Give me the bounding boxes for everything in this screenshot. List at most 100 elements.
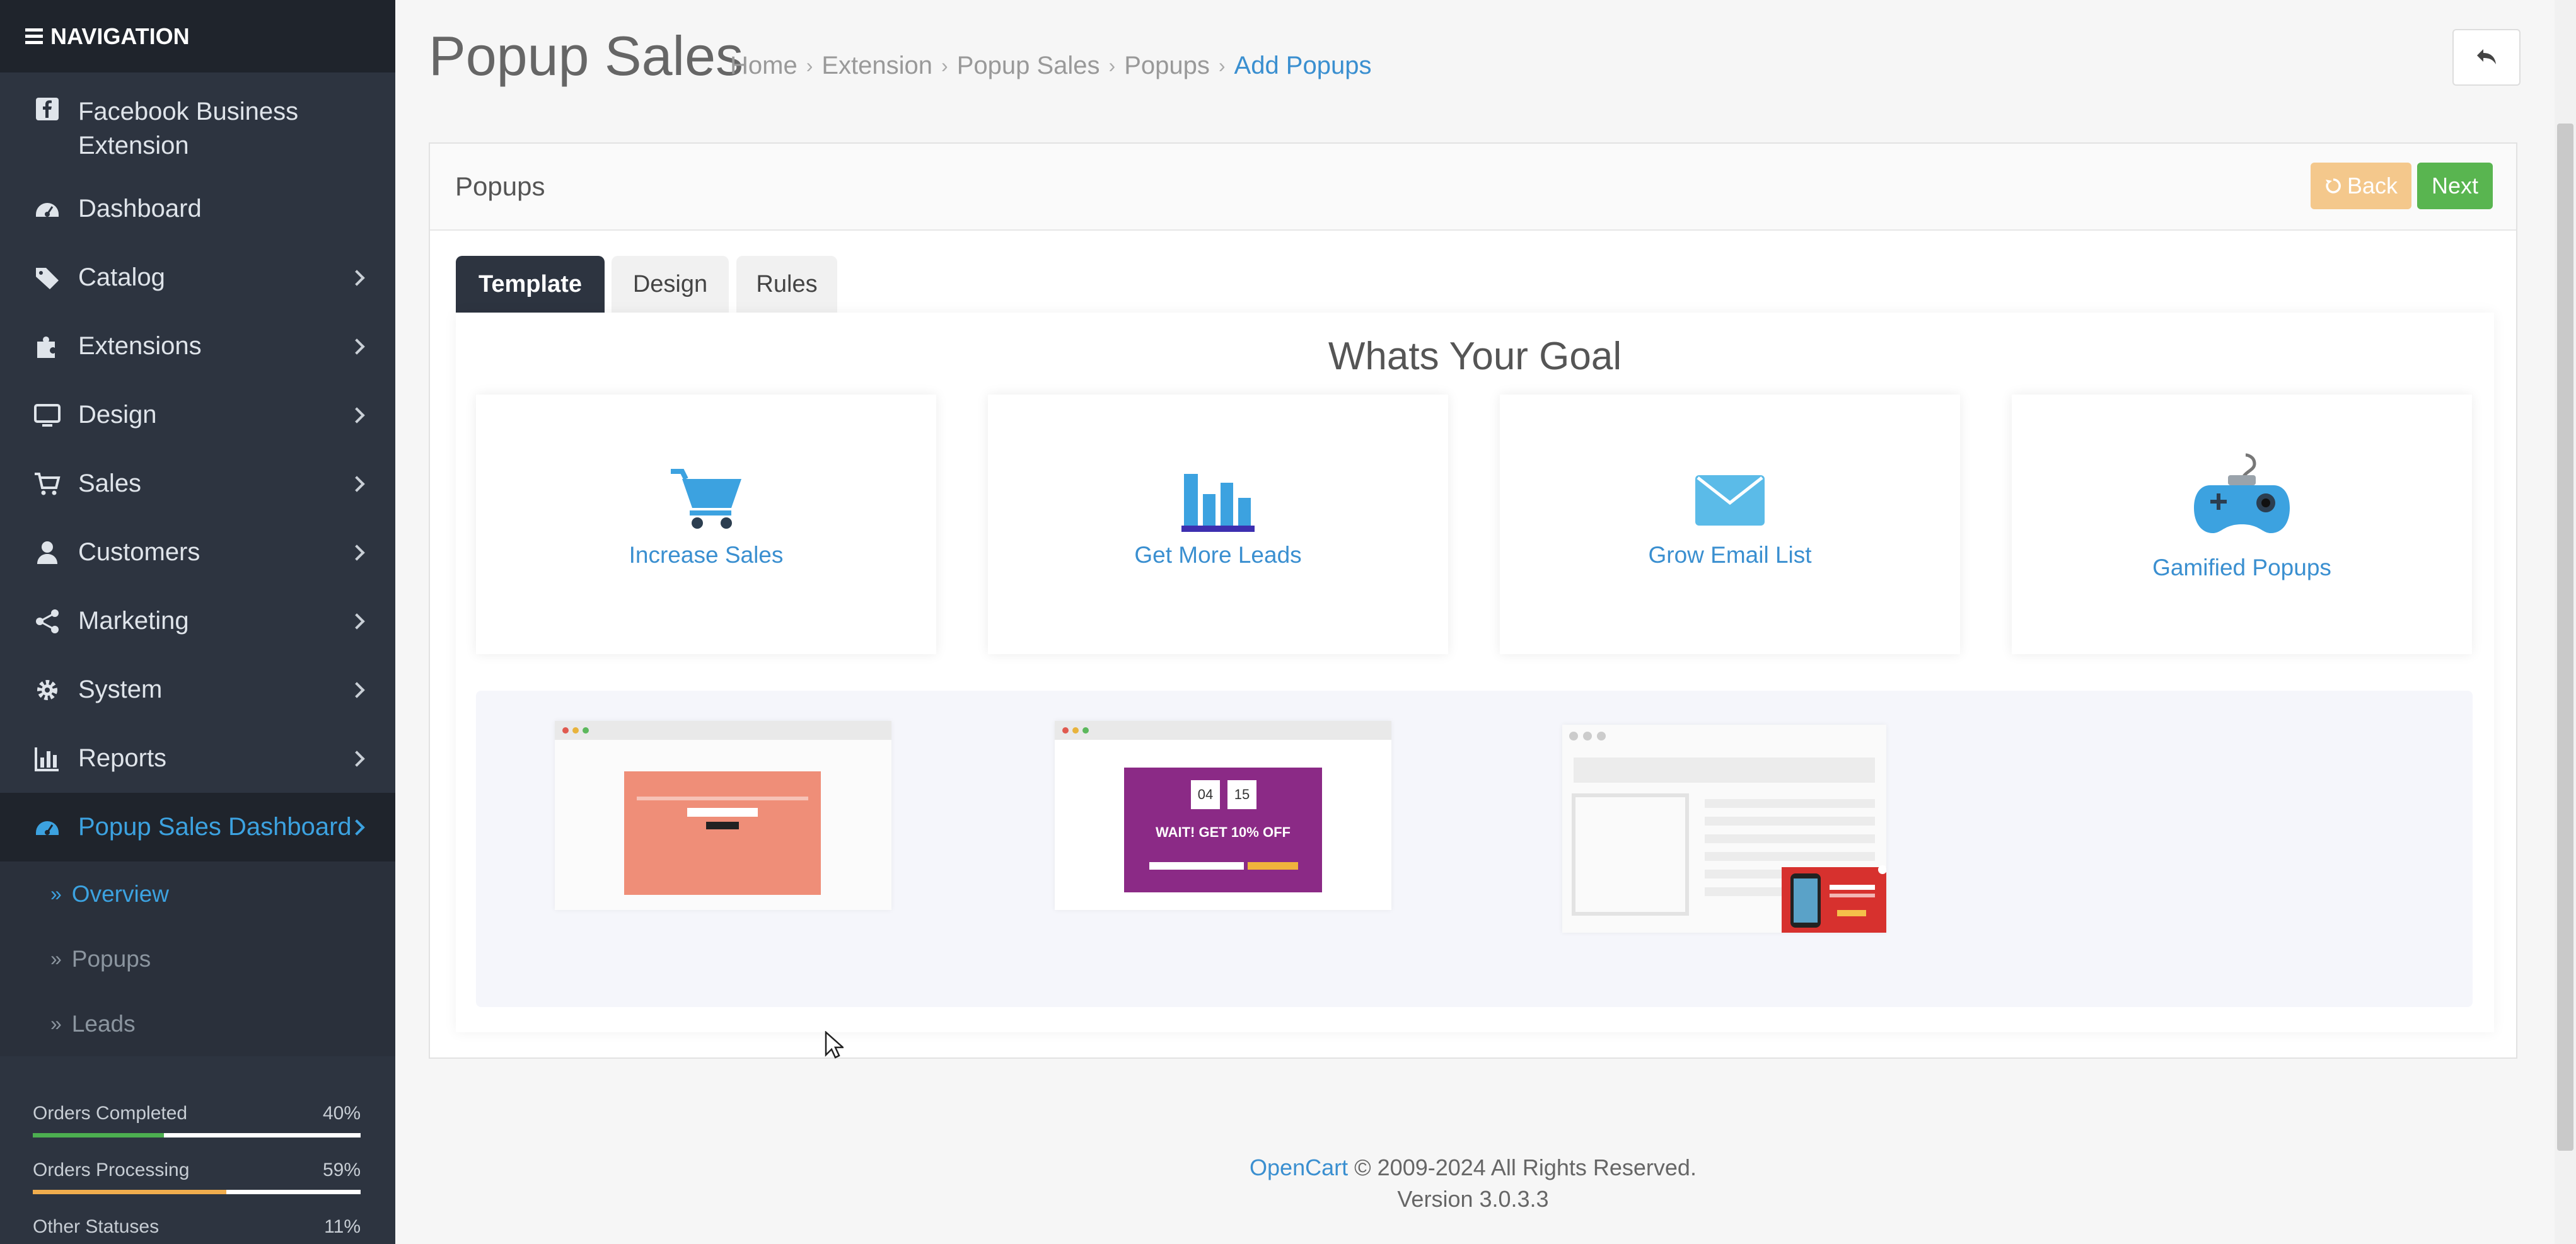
sidebar-item-label: Facebook Business Extension xyxy=(78,98,299,159)
countdown-box: 15 xyxy=(1227,780,1256,809)
goal-card-get-more-leads[interactable]: Get More Leads xyxy=(988,395,1448,654)
page-title: Popup Sales xyxy=(429,25,744,87)
stat-orders-completed: Orders Completed 40% xyxy=(33,1103,361,1160)
undo-icon xyxy=(2325,178,2341,193)
sidebar-item-label: Marketing xyxy=(78,607,189,635)
goal-title: Whats Your Goal xyxy=(1328,335,1622,378)
sidebar-item-label: Sales xyxy=(78,469,142,497)
chevron-right-icon xyxy=(349,544,365,561)
sidebar-subitem-leads[interactable]: » Leads xyxy=(0,991,395,1056)
countdown-box: 04 xyxy=(1191,780,1220,809)
template-preview-image xyxy=(555,740,891,910)
sidebar-item-sales[interactable]: Sales xyxy=(0,449,395,518)
sidebar-item-system[interactable]: System xyxy=(0,655,395,724)
sidebar-item-dashboard[interactable]: Dashboard xyxy=(0,175,395,243)
sidebar-item-marketing[interactable]: Marketing xyxy=(0,587,395,655)
next-button-label: Next xyxy=(2431,173,2479,199)
stat-label: Other Statuses xyxy=(33,1216,160,1237)
double-chevron-icon: » xyxy=(50,1012,62,1035)
preview-button xyxy=(1248,862,1298,870)
sidebar-item-design[interactable]: Design xyxy=(0,381,395,449)
sidebar-item-catalog[interactable]: Catalog xyxy=(0,243,395,312)
reply-icon xyxy=(2477,49,2496,64)
nav-header[interactable]: NAVIGATION xyxy=(0,0,395,72)
sidebar-subitem-overview[interactable]: » Overview xyxy=(0,861,395,926)
panel-title: Popups xyxy=(455,171,545,201)
opencart-link[interactable]: OpenCart xyxy=(1250,1155,1348,1180)
scrollbar-thumb[interactable] xyxy=(2557,124,2573,1151)
sidebar-subitem-label: Leads xyxy=(71,1010,136,1037)
tab-rules[interactable]: Rules xyxy=(736,256,837,313)
sidebar-item-label: Design xyxy=(78,401,157,429)
return-button[interactable] xyxy=(2452,29,2521,86)
browser-bar xyxy=(1055,721,1391,740)
stat-label: Orders Completed xyxy=(33,1103,188,1124)
sidebar-subitem-label: Overview xyxy=(71,880,169,907)
template-preview-image xyxy=(1569,732,1887,933)
mouse-cursor-icon xyxy=(825,1031,844,1059)
footer-copyright: © 2009-2024 All Rights Reserved. xyxy=(1354,1155,1697,1180)
breadcrumb-popup-sales[interactable]: Popup Sales xyxy=(957,52,1100,80)
sidebar-item-popup-sales-dashboard[interactable]: Popup Sales Dashboard xyxy=(0,793,395,861)
chevron-right-icon xyxy=(349,613,365,630)
goal-card-gamified-popups[interactable]: Gamified Popups xyxy=(2012,395,2472,654)
breadcrumb-separator: › xyxy=(941,54,948,77)
dashboard-icon xyxy=(33,195,62,224)
breadcrumb-extension[interactable]: Extension xyxy=(821,52,932,80)
template-card-1[interactable] xyxy=(555,721,891,910)
panel-heading: Popups xyxy=(430,144,2516,231)
breadcrumb-popups[interactable]: Popups xyxy=(1124,52,1210,80)
progress-fill xyxy=(33,1133,164,1137)
goal-label: Gamified Popups xyxy=(2152,555,2331,580)
menu-icon xyxy=(25,25,43,47)
breadcrumb-separator: › xyxy=(1218,54,1226,77)
template-card-2[interactable]: 04 15 WAIT! GET 10% OFF xyxy=(1055,721,1391,910)
progress-bar xyxy=(33,1190,361,1194)
stat-label: Orders Processing xyxy=(33,1160,190,1180)
breadcrumb-home[interactable]: Home xyxy=(730,52,798,80)
footer-version: Version 3.0.3.3 xyxy=(1397,1186,1549,1212)
breadcrumb-add-popups[interactable]: Add Popups xyxy=(1234,52,1372,80)
breadcrumb: Home › Extension › Popup Sales › Popups … xyxy=(730,52,1371,80)
sidebar-item-facebook-business-extension[interactable]: Facebook Business Extension xyxy=(0,72,395,175)
tab-template[interactable]: Template xyxy=(456,256,605,313)
sidebar-subitem-label: Popups xyxy=(71,945,151,972)
template-preview-image: 04 15 WAIT! GET 10% OFF xyxy=(1124,768,1322,892)
template-card-3[interactable] xyxy=(1562,725,1887,933)
bar-chart-icon xyxy=(1181,469,1255,535)
breadcrumb-separator: › xyxy=(1108,54,1116,77)
envelope-icon xyxy=(1695,475,1765,529)
sidebar-item-reports[interactable]: Reports xyxy=(0,724,395,793)
share-icon xyxy=(33,607,62,636)
sidebar-item-label: Reports xyxy=(78,744,167,772)
back-button-label: Back xyxy=(2347,173,2398,199)
next-button[interactable]: Next xyxy=(2417,163,2493,209)
back-button[interactable]: Back xyxy=(2311,163,2411,209)
sidebar-item-label: Customers xyxy=(78,538,200,566)
goal-card-increase-sales[interactable]: Increase Sales xyxy=(476,395,936,654)
sidebar-item-customers[interactable]: Customers xyxy=(0,518,395,587)
tab-design[interactable]: Design xyxy=(612,256,729,313)
stat-value: 59% xyxy=(322,1160,361,1180)
chevron-right-icon xyxy=(349,338,365,355)
progress-fill xyxy=(33,1190,226,1194)
bar-chart-icon xyxy=(33,744,62,773)
template-preview-headline: WAIT! GET 10% OFF xyxy=(1156,824,1291,840)
scrollbar[interactable] xyxy=(2555,0,2576,1244)
shopping-cart-icon xyxy=(668,468,744,534)
tags-icon xyxy=(33,263,62,292)
sidebar-item-label: System xyxy=(78,676,163,703)
sidebar-item-label: Catalog xyxy=(78,263,165,291)
progress-bar xyxy=(33,1133,361,1137)
puzzle-icon xyxy=(33,332,62,361)
double-chevron-icon: » xyxy=(50,882,62,905)
goal-card-grow-email-list[interactable]: Grow Email List xyxy=(1500,395,1960,654)
footer: OpenCart © 2009-2024 All Rights Reserved… xyxy=(429,1152,2517,1215)
stat-other-statuses: Other Statuses 11% xyxy=(33,1216,361,1244)
cart-icon xyxy=(33,469,62,498)
sidebar-item-label: Extensions xyxy=(78,332,202,360)
footer-copyright-line: OpenCart © 2009-2024 All Rights Reserved… xyxy=(429,1152,2517,1184)
stat-value: 40% xyxy=(322,1103,361,1124)
sidebar-subitem-popups[interactable]: » Popups xyxy=(0,926,395,991)
sidebar-item-extensions[interactable]: Extensions xyxy=(0,312,395,381)
